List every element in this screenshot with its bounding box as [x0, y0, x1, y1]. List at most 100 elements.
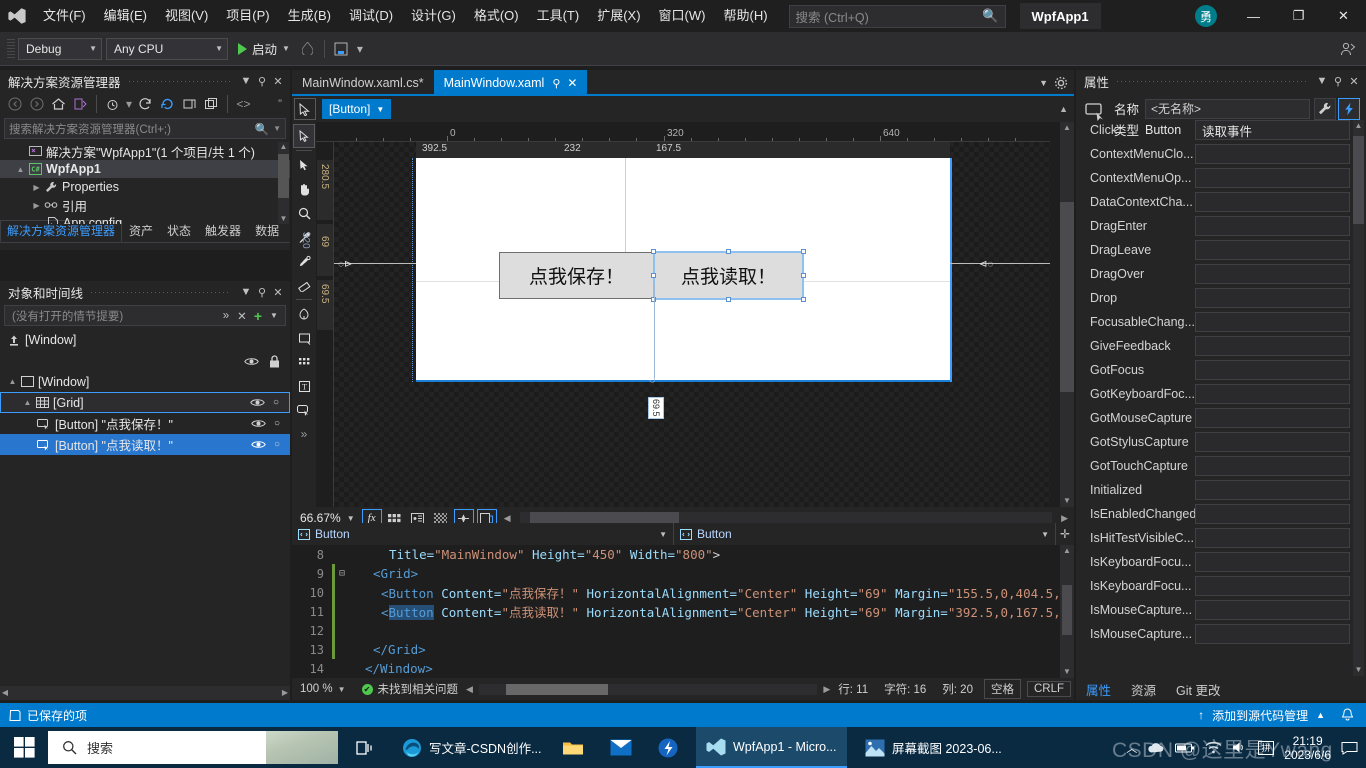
- designer-tools-column[interactable]: T »: [292, 122, 316, 507]
- live-share-icon[interactable]: [1340, 41, 1356, 57]
- expander-icon[interactable]: ▲: [6, 377, 19, 386]
- taskbar-app-edge[interactable]: 写文章-CSDN创作...: [392, 727, 552, 768]
- property-row[interactable]: IsHitTestVisibleC...: [1076, 526, 1366, 550]
- menu-item-extensions[interactable]: 扩展(X): [588, 0, 649, 32]
- code-line[interactable]: 9⊟<Grid>: [292, 564, 1074, 583]
- lightning-icon[interactable]: [1338, 98, 1360, 120]
- property-value-input[interactable]: [1195, 336, 1350, 356]
- property-value-input[interactable]: [1195, 384, 1350, 404]
- avatar[interactable]: 勇: [1195, 5, 1217, 27]
- more-tools-icon[interactable]: »: [293, 422, 315, 446]
- menu-bar[interactable]: 文件(F) 编辑(E) 视图(V) 项目(P) 生成(B) 调试(D) 设计(G…: [34, 0, 777, 32]
- breadcrumb-left[interactable]: Button ▼: [292, 523, 674, 545]
- code-vscrollbar[interactable]: ▲ ▼: [1060, 545, 1074, 678]
- property-value-input[interactable]: [1195, 144, 1350, 164]
- lock-toggle-icon[interactable]: ○: [273, 397, 279, 408]
- taskbar-app-file-explorer[interactable]: [552, 727, 594, 768]
- eol-mode[interactable]: CRLF: [1027, 681, 1071, 697]
- menu-item-design[interactable]: 设计(G): [402, 0, 465, 32]
- fold-toggle[interactable]: ⊟: [335, 568, 349, 579]
- global-search-input[interactable]: 搜索 (Ctrl+Q) 🔍: [789, 5, 1006, 28]
- code-line[interactable]: 8Title="MainWindow" Height="450" Width="…: [292, 545, 1074, 564]
- property-row[interactable]: GotMouseCapture: [1076, 406, 1366, 430]
- battery-icon[interactable]: [1175, 742, 1195, 754]
- property-value-input[interactable]: [1195, 360, 1350, 380]
- pen-icon[interactable]: [293, 302, 315, 326]
- split-editor-icon[interactable]: ✛: [1056, 523, 1074, 545]
- select-element-icon[interactable]: [329, 37, 353, 61]
- scrollbar-thumb[interactable]: [1060, 202, 1074, 392]
- resize-handle-nw[interactable]: [651, 249, 656, 254]
- toolbar-overflow-icon[interactable]: ▾: [353, 37, 367, 61]
- brush-icon[interactable]: [293, 249, 315, 273]
- tab-resources[interactable]: 资源: [1121, 680, 1166, 699]
- restore-button[interactable]: ❐: [1276, 0, 1321, 32]
- solution-tree-scrollbar[interactable]: ▲ ▼: [278, 142, 289, 224]
- caret-up-icon[interactable]: ▲: [1316, 710, 1325, 720]
- menu-item-file[interactable]: 文件(F): [34, 0, 95, 32]
- scroll-up-arrow[interactable]: ▲: [278, 142, 289, 152]
- wrench-icon[interactable]: [1314, 98, 1336, 120]
- chevron-double-down-icon[interactable]: »: [218, 307, 234, 324]
- close-button[interactable]: ✕: [1321, 0, 1366, 32]
- chevron-down-icon[interactable]: ▼: [659, 530, 667, 539]
- properties-event-list[interactable]: Click读取事件ContextMenuClo...ContextMenuOp.…: [1076, 118, 1366, 678]
- timeline-row-toggles[interactable]: ○: [251, 439, 290, 450]
- scrollbar-thumb[interactable]: [278, 154, 289, 198]
- wifi-icon[interactable]: [1205, 741, 1222, 754]
- designer-scroll-up-arrow[interactable]: ▲: [1059, 104, 1074, 114]
- timeline-row-toggles[interactable]: ○: [250, 397, 289, 408]
- select-arrow-icon[interactable]: [293, 124, 315, 148]
- platform-combo[interactable]: Any CPU ▼: [106, 38, 228, 60]
- lock-toggle-icon[interactable]: ○: [274, 418, 280, 429]
- overflow-icon[interactable]: ”: [274, 94, 286, 114]
- resize-handle-ne[interactable]: [801, 249, 806, 254]
- property-value-input[interactable]: [1195, 240, 1350, 260]
- forward-icon[interactable]: [26, 94, 47, 114]
- breadcrumb-right[interactable]: Button ▼: [674, 523, 1056, 545]
- code-line[interactable]: 10<Button Content="点我保存！" HorizontalAlig…: [292, 583, 1074, 602]
- property-row[interactable]: GotKeyboardFoc...: [1076, 382, 1366, 406]
- sync-icon[interactable]: [157, 94, 178, 114]
- close-icon[interactable]: ✕: [567, 76, 577, 90]
- panel-menu-icon[interactable]: ▼: [238, 283, 254, 301]
- chevron-up-icon[interactable]: ︿: [1126, 740, 1137, 756]
- taskbar-app-photos[interactable]: 屏幕截图 2023-06...: [855, 727, 1012, 768]
- solution-switch-icon[interactable]: [70, 94, 91, 114]
- expander-icon[interactable]: ▲: [21, 398, 34, 407]
- refresh-icon[interactable]: [135, 94, 156, 114]
- scroll-left-arrow[interactable]: ◀: [504, 513, 511, 524]
- property-row[interactable]: DragOver: [1076, 262, 1366, 286]
- pin-icon[interactable]: ⚲: [254, 72, 270, 90]
- scrollbar-thumb[interactable]: [506, 684, 608, 695]
- configuration-combo[interactable]: Debug ▼: [18, 38, 102, 60]
- property-row[interactable]: Initialized: [1076, 478, 1366, 502]
- hot-reload-icon[interactable]: [296, 37, 320, 61]
- task-view-icon[interactable]: [344, 727, 384, 768]
- timeline-tree[interactable]: ▲ [Window] ▲ [Grid] ○ [Butto: [0, 371, 290, 455]
- menu-item-debug[interactable]: 调试(D): [340, 0, 402, 32]
- lock-toggle-icon[interactable]: ○: [274, 439, 280, 450]
- property-row[interactable]: Click读取事件: [1076, 118, 1366, 142]
- property-row[interactable]: GiveFeedback: [1076, 334, 1366, 358]
- property-value-input[interactable]: [1195, 312, 1350, 332]
- property-value-input[interactable]: [1195, 192, 1350, 212]
- selected-element-chip[interactable]: [Button] ▼: [322, 99, 391, 119]
- solution-explorer-tabs[interactable]: 解决方案资源管理器 资产 状态 触发器 数据: [0, 224, 290, 243]
- windows-start-icon[interactable]: [0, 727, 48, 768]
- add-storyboard-button[interactable]: +: [250, 307, 266, 324]
- property-value-input[interactable]: [1195, 600, 1350, 620]
- property-row[interactable]: IsKeyboardFocu...: [1076, 574, 1366, 598]
- tab-mainwindow-xaml[interactable]: MainWindow.xaml ⚲ ✕: [434, 70, 588, 96]
- close-storyboard-icon[interactable]: ✕: [234, 307, 250, 324]
- timeline-row-button-read[interactable]: [Button] "点我读取！" ○: [0, 434, 290, 455]
- menu-item-project[interactable]: 项目(P): [217, 0, 278, 32]
- chevron-down-icon[interactable]: ▼: [1041, 530, 1049, 539]
- toolbar-grip[interactable]: [7, 39, 15, 59]
- pan-hand-icon[interactable]: [293, 177, 315, 201]
- property-value-input[interactable]: [1195, 408, 1350, 428]
- scroll-up-arrow[interactable]: ▲: [1060, 545, 1074, 557]
- property-row[interactable]: IsEnabledChanged: [1076, 502, 1366, 526]
- tree-node-references[interactable]: ▶ 引用: [0, 196, 290, 214]
- taskbar-app-visual-studio[interactable]: WpfApp1 - Micro...: [696, 727, 847, 768]
